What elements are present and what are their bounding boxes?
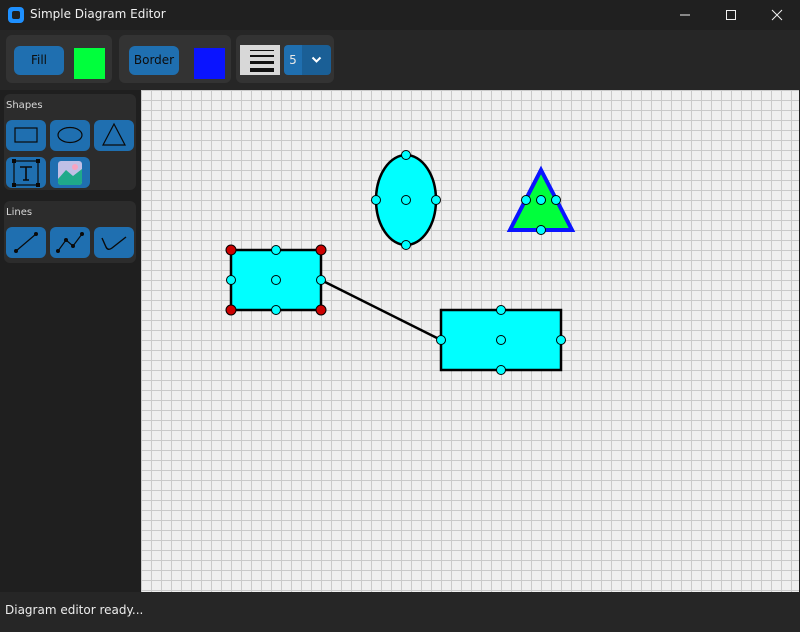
maximize-icon (726, 10, 736, 20)
connection-handle[interactable] (496, 365, 506, 375)
shapes-panel: Shapes (4, 94, 136, 190)
connection-handle[interactable] (401, 195, 411, 205)
line-tool-button[interactable] (6, 227, 46, 258)
connection-handle[interactable] (271, 275, 281, 285)
line-width-value[interactable]: 5 (284, 45, 302, 75)
minimize-icon (680, 14, 690, 16)
title-bar: Simple Diagram Editor (0, 0, 800, 30)
connection-handle[interactable] (556, 335, 566, 345)
fill-color-swatch[interactable] (74, 48, 105, 79)
rectangle-tool-button[interactable] (6, 120, 46, 151)
maximize-button[interactable] (708, 0, 754, 30)
close-icon (771, 9, 783, 21)
triangle-tool-button[interactable] (94, 120, 134, 151)
resize-handle[interactable] (315, 244, 327, 256)
minimize-button[interactable] (662, 0, 708, 30)
connection-handle[interactable] (271, 245, 281, 255)
close-button[interactable] (754, 0, 800, 30)
ellipse-tool-button[interactable] (50, 120, 90, 151)
connection-handle[interactable] (401, 240, 411, 250)
connection-handle[interactable] (371, 195, 381, 205)
connection-handle[interactable] (436, 335, 446, 345)
toolbar: Fill Border (0, 30, 800, 90)
resize-handle[interactable] (225, 244, 237, 256)
chevron-down-icon (311, 56, 322, 63)
connection-handle[interactable] (536, 225, 546, 235)
lines-panel: Lines (4, 201, 136, 263)
curve-tool-button[interactable] (94, 227, 134, 258)
connection-handle[interactable] (226, 275, 236, 285)
status-text: Diagram editor ready... (5, 603, 144, 617)
triangle-icon (102, 122, 126, 146)
shapes-label: Shapes (6, 100, 43, 111)
sidebar: Shapes Lines (0, 90, 141, 592)
connection-handle[interactable] (496, 305, 506, 315)
connection-handle[interactable] (401, 150, 411, 160)
app-icon (8, 7, 24, 23)
curve-icon (101, 236, 127, 250)
connection-handle[interactable] (271, 305, 281, 315)
text-icon (12, 159, 40, 187)
connection-handle[interactable] (316, 275, 326, 285)
border-button[interactable]: Border (129, 46, 179, 75)
resize-handle[interactable] (225, 304, 237, 316)
line-icon (14, 232, 38, 253)
ellipse-icon (57, 126, 83, 144)
line-width-dropdown-button[interactable] (302, 45, 331, 75)
window-title: Simple Diagram Editor (30, 7, 166, 21)
connection-handle[interactable] (496, 335, 506, 345)
polyline-tool-button[interactable] (50, 227, 90, 258)
image-icon (58, 161, 82, 185)
connection-handle[interactable] (521, 195, 531, 205)
status-bar: Diagram editor ready... (0, 592, 800, 632)
fill-group: Fill (6, 35, 112, 83)
connector-line[interactable] (320, 278, 442, 342)
drawing-canvas[interactable] (141, 90, 799, 592)
connection-handle[interactable] (536, 195, 546, 205)
resize-handle[interactable] (315, 304, 327, 316)
rectangle-icon (14, 127, 38, 143)
line-width-icon (240, 45, 280, 75)
fill-button[interactable]: Fill (14, 46, 64, 75)
border-color-swatch[interactable] (194, 48, 225, 79)
border-group: Border (119, 35, 231, 83)
polyline-icon (56, 232, 84, 253)
text-tool-button[interactable] (6, 157, 46, 188)
image-tool-button[interactable] (50, 157, 90, 188)
lines-label: Lines (6, 207, 33, 218)
connection-handle[interactable] (431, 195, 441, 205)
connection-handle[interactable] (551, 195, 561, 205)
